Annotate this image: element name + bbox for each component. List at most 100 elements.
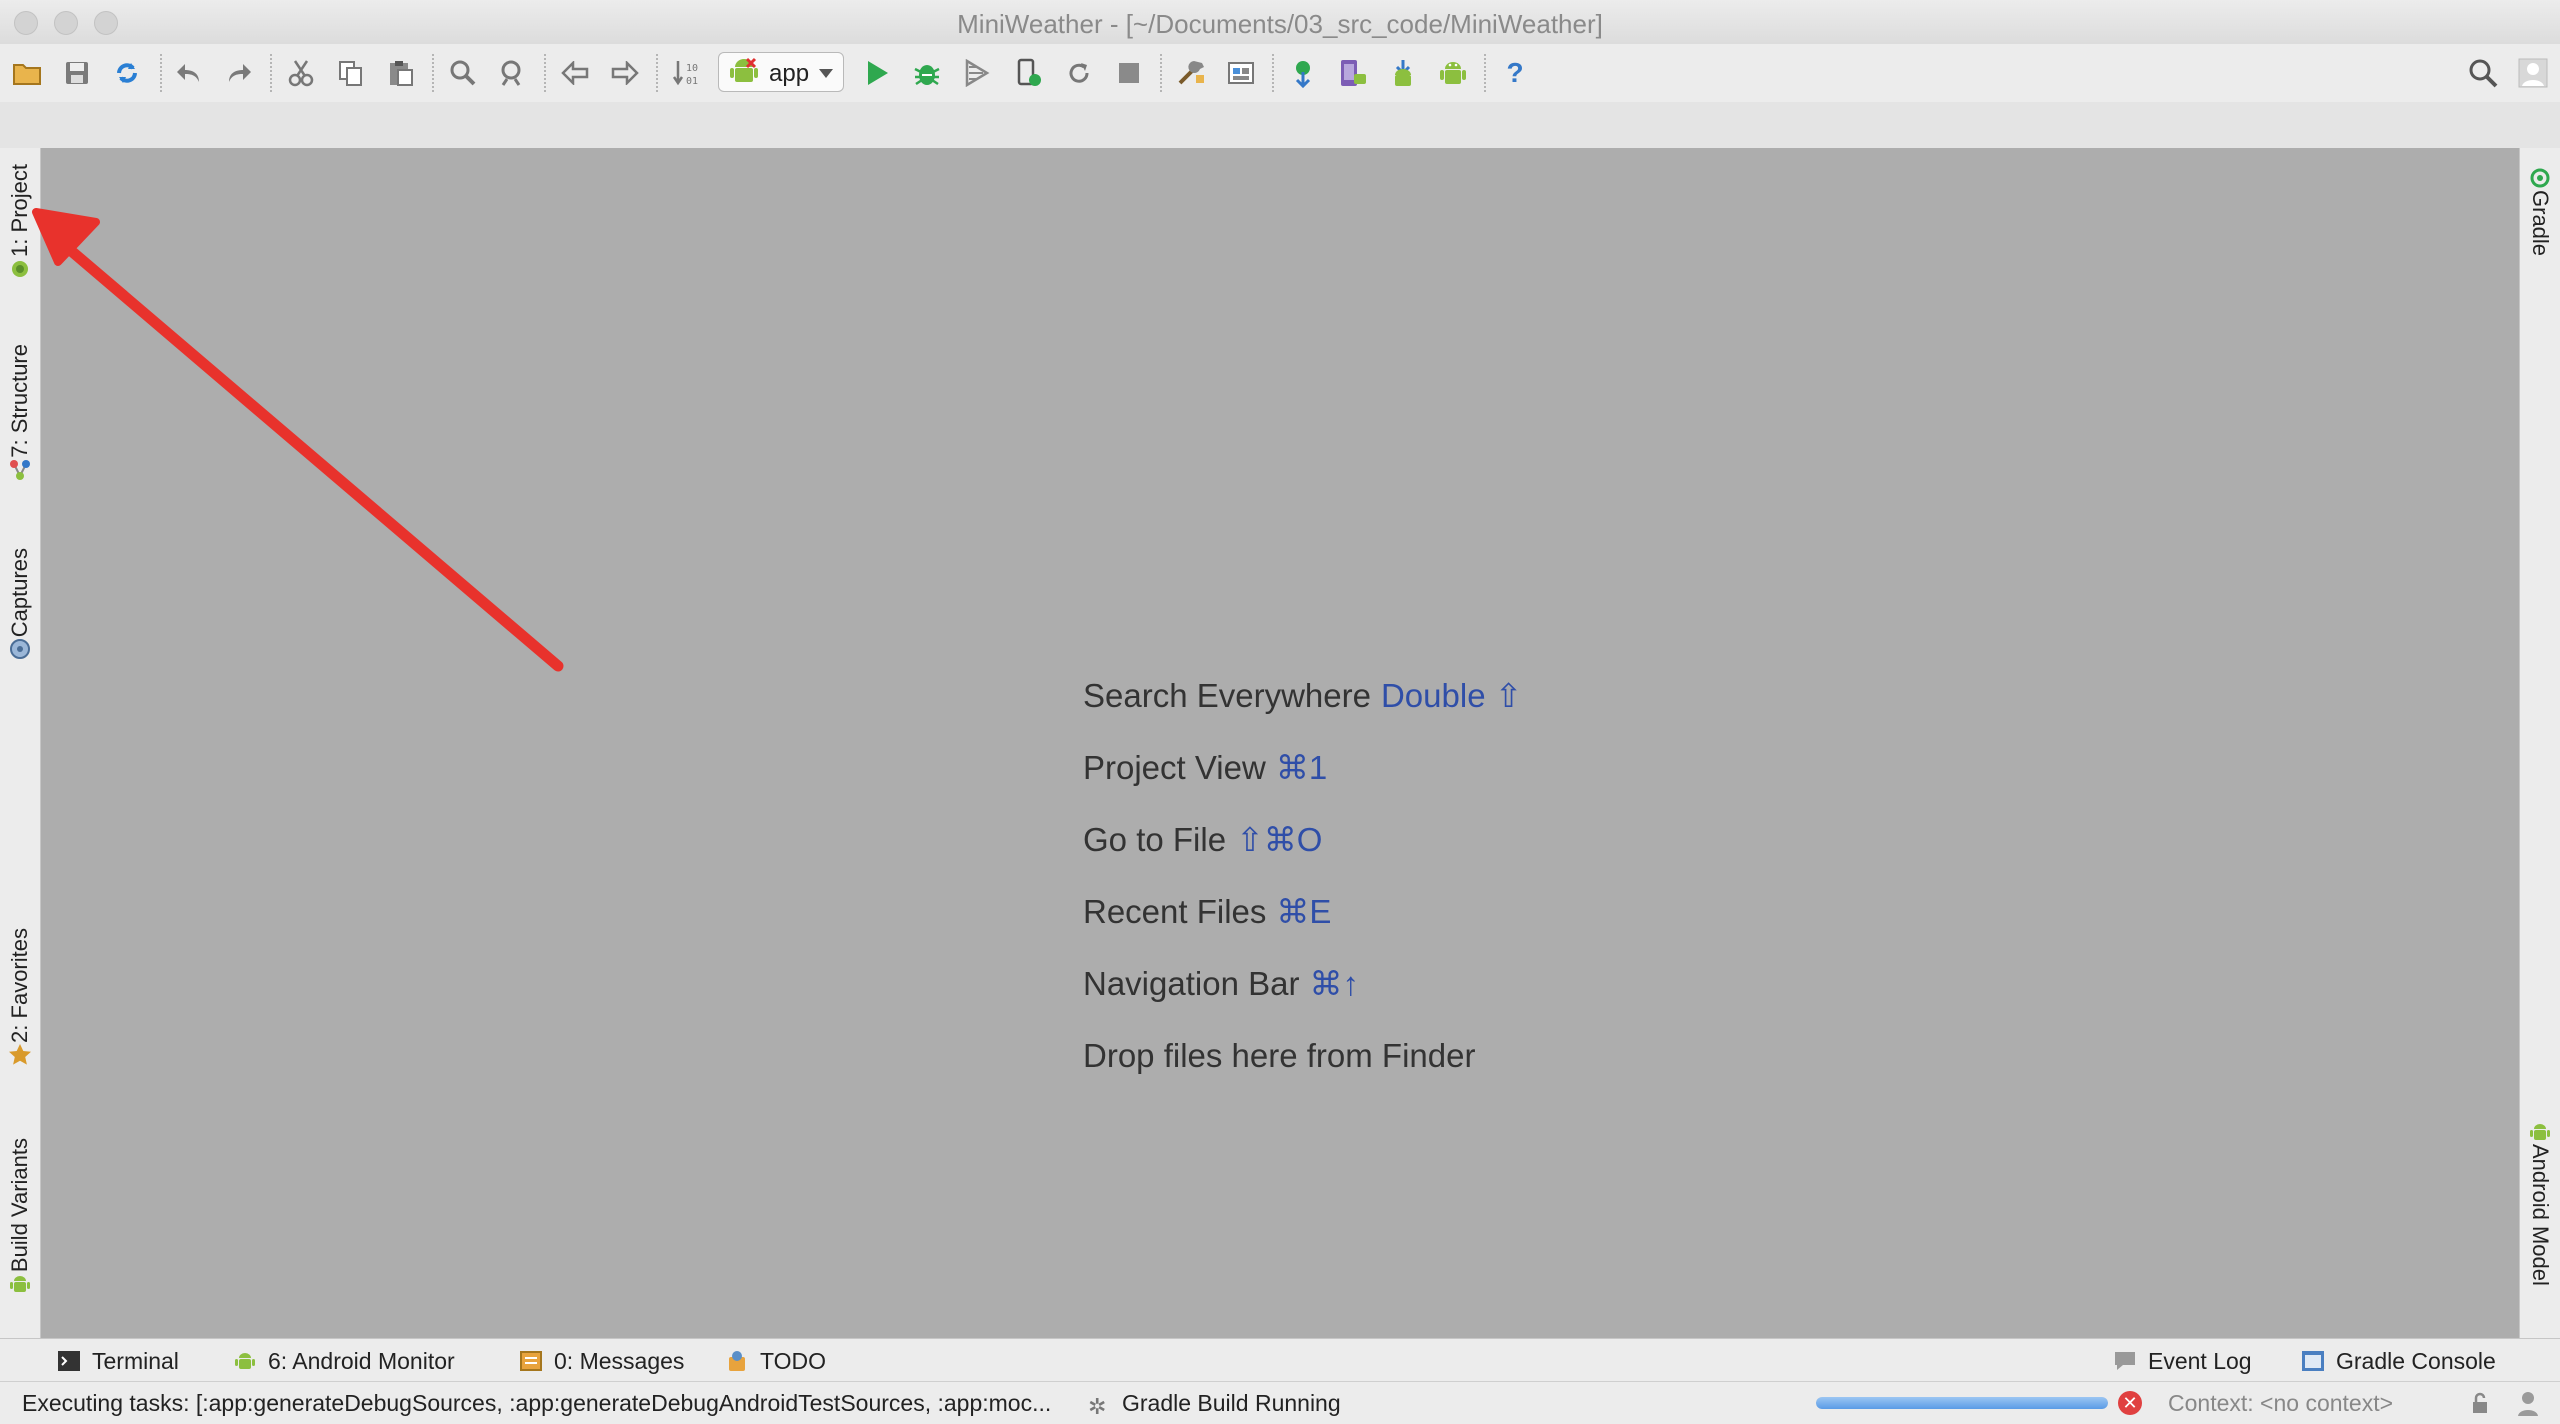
- hint-shortcut: ⌘1: [1275, 749, 1328, 786]
- background-task-label[interactable]: Gradle Build Running: [1122, 1390, 1341, 1417]
- hint-search-everywhere: Search Everywhere Double ⇧: [1083, 668, 1522, 740]
- hint-shortcut: ⌘E: [1276, 893, 1332, 930]
- run-configuration-dropdown[interactable]: app: [718, 52, 844, 92]
- hint-shortcut: ⌘↑: [1309, 965, 1359, 1002]
- terminal-icon: [56, 1348, 82, 1374]
- tool-tab-captures[interactable]: Captures: [4, 548, 36, 661]
- tool-tab-todo[interactable]: TODO: [724, 1345, 826, 1377]
- sdk-manager-icon[interactable]: [1224, 56, 1258, 90]
- tool-tab-project[interactable]: 1: Project: [4, 164, 36, 281]
- tool-tab-label: Event Log: [2148, 1347, 2252, 1374]
- avd-manager-icon[interactable]: [1336, 56, 1370, 90]
- apply-changes-icon[interactable]: [1062, 56, 1096, 90]
- captures-icon: [8, 637, 32, 661]
- coverage-icon[interactable]: [960, 56, 994, 90]
- context-indicator[interactable]: Context: <no context>: [2168, 1390, 2393, 1417]
- attach-debugger-icon[interactable]: [1012, 56, 1046, 90]
- project-structure-icon[interactable]: [1174, 56, 1208, 90]
- tool-tab-label: 7: Structure: [7, 344, 32, 458]
- gradle-icon: [2528, 166, 2552, 190]
- tool-tab-label: 1: Project: [7, 164, 32, 257]
- copy-icon[interactable]: [334, 56, 368, 90]
- android-device-icon[interactable]: [1436, 56, 1470, 90]
- spinner-icon: ✲: [1088, 1394, 1107, 1419]
- tool-tab-build-variants[interactable]: Build Variants: [4, 1138, 36, 1296]
- toolbar-separator: [270, 54, 272, 92]
- toolbar-separator: [1484, 54, 1486, 92]
- tool-tab-label: Terminal: [92, 1347, 179, 1374]
- svg-text:10: 10: [686, 63, 698, 74]
- window-title: MiniWeather - [~/Documents/03_src_code/M…: [957, 9, 1603, 39]
- tool-tab-android-monitor[interactable]: 6: Android Monitor: [232, 1345, 455, 1377]
- android-icon: [8, 1272, 32, 1296]
- toolbar-separator: [160, 54, 162, 92]
- hint-label: Go to File: [1083, 821, 1227, 858]
- tool-tab-messages[interactable]: 0: Messages: [518, 1345, 684, 1377]
- tool-tab-android-model[interactable]: Android Model: [2524, 1120, 2556, 1286]
- tool-tab-gradle[interactable]: Gradle: [2524, 166, 2556, 256]
- save-icon[interactable]: [60, 56, 94, 90]
- tool-tab-terminal[interactable]: Terminal: [56, 1345, 179, 1377]
- stop-icon[interactable]: [1112, 56, 1146, 90]
- cut-icon[interactable]: [284, 56, 318, 90]
- tool-tab-event-log[interactable]: Event Log: [2112, 1345, 2252, 1377]
- hint-navigation-bar: Navigation Bar ⌘↑: [1083, 956, 1522, 1028]
- hint-label: Search Everywhere: [1083, 677, 1371, 714]
- tool-tab-label: Android Model: [2528, 1144, 2553, 1286]
- right-tool-window-bar: Gradle Android Model: [2519, 148, 2560, 1338]
- tool-tab-structure[interactable]: 7: Structure: [4, 344, 36, 482]
- forward-icon[interactable]: [608, 56, 642, 90]
- cancel-task-icon[interactable]: ✕: [2118, 1391, 2142, 1415]
- run-configuration-label: app: [769, 60, 810, 87]
- build-progress-fill: [1816, 1397, 2108, 1409]
- hint-label: Navigation Bar: [1083, 965, 1300, 1002]
- undo-icon[interactable]: [172, 56, 206, 90]
- toolbar-separator: [1272, 54, 1274, 92]
- messages-icon: [518, 1348, 544, 1374]
- redo-icon[interactable]: [222, 56, 256, 90]
- todo-icon: [724, 1348, 750, 1374]
- build-progress-bar: [1816, 1397, 2108, 1409]
- toolbar-separator: [656, 54, 658, 92]
- tool-tab-label: 6: Android Monitor: [268, 1347, 455, 1374]
- open-folder-icon[interactable]: [10, 56, 44, 90]
- hint-label: Recent Files: [1083, 893, 1267, 930]
- hint-drop-files: Drop files here from Finder: [1083, 1028, 1522, 1100]
- sdk-download-icon[interactable]: [1386, 56, 1420, 90]
- editor-empty-area[interactable]: Search Everywhere Double ⇧ Project View ⌘1…: [41, 148, 2519, 1338]
- navigation-bar: [0, 102, 2560, 149]
- toolbar-separator: [544, 54, 546, 92]
- back-icon[interactable]: [558, 56, 592, 90]
- tool-tab-gradle-console[interactable]: Gradle Console: [2300, 1345, 2496, 1377]
- run-icon[interactable]: [860, 56, 894, 90]
- hector-icon[interactable]: [2516, 1390, 2540, 1421]
- tool-tab-label: Gradle: [2528, 190, 2553, 257]
- user-icon[interactable]: [2516, 56, 2550, 90]
- replace-icon[interactable]: [496, 56, 530, 90]
- status-bar: Executing tasks: [:app:generateDebugSour…: [0, 1382, 2560, 1424]
- android-icon: [729, 57, 759, 92]
- sync-icon[interactable]: [110, 56, 144, 90]
- tool-tab-label: Captures: [7, 548, 32, 638]
- status-message[interactable]: Executing tasks: [:app:generateDebugSour…: [22, 1390, 1051, 1417]
- search-icon[interactable]: [2466, 56, 2500, 90]
- bottom-tool-window-bar: Terminal 6: Android Monitor 0: Messages …: [0, 1338, 2560, 1382]
- toolbar-separator: [432, 54, 434, 92]
- hint-project-view: Project View ⌘1: [1083, 740, 1522, 812]
- make-project-icon[interactable]: 10 01: [670, 56, 704, 90]
- hint-recent-files: Recent Files ⌘E: [1083, 884, 1522, 956]
- speech-bubble-icon: [2112, 1348, 2138, 1374]
- android-icon: [2528, 1120, 2552, 1144]
- paste-icon[interactable]: [384, 56, 418, 90]
- android-icon: [232, 1348, 258, 1374]
- sync-gradle-icon[interactable]: [1286, 56, 1320, 90]
- find-icon[interactable]: [446, 56, 480, 90]
- project-icon: [8, 257, 32, 281]
- structure-icon: [8, 458, 32, 482]
- lock-icon[interactable]: [2470, 1392, 2490, 1419]
- hint-shortcut: ⇧⌘O: [1236, 821, 1323, 858]
- tool-tab-favorites[interactable]: 2: Favorites: [4, 928, 36, 1067]
- svg-text:01: 01: [686, 76, 698, 87]
- debug-icon[interactable]: [910, 56, 944, 90]
- help-icon[interactable]: ?: [1498, 56, 1532, 90]
